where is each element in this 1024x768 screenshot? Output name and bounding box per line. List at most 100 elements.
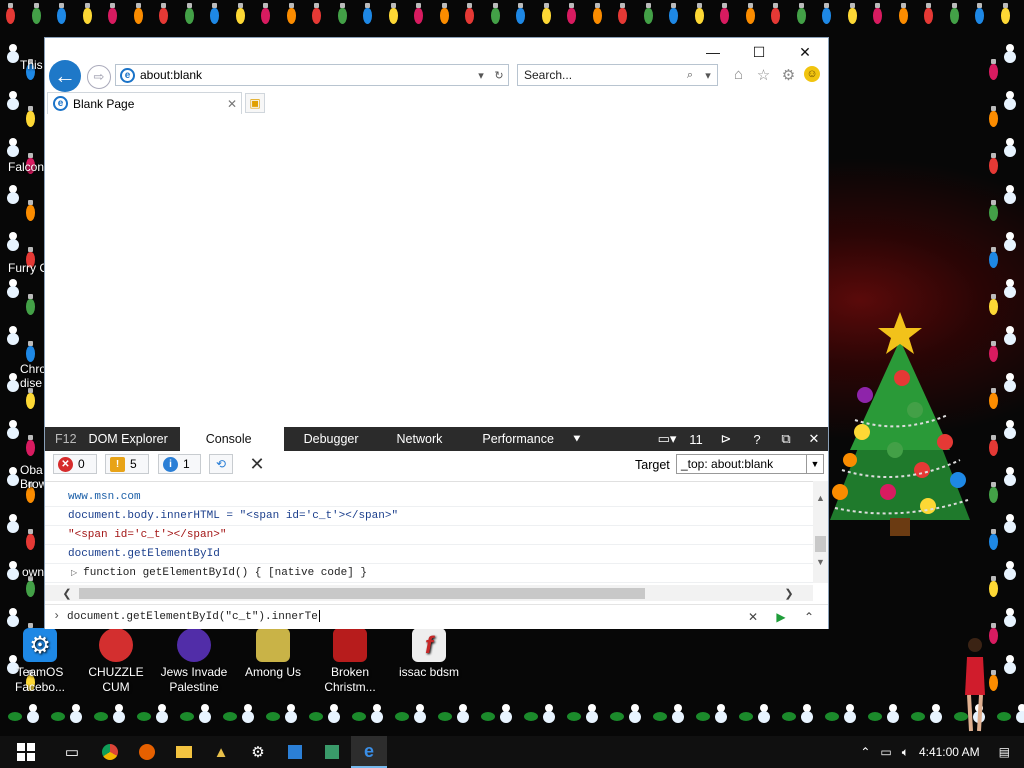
horizontal-scrollbar[interactable]: ❮ ❯	[45, 585, 813, 601]
close-icon[interactable]: ✕	[800, 427, 828, 451]
console-toggle-icon[interactable]: ⊳	[710, 427, 742, 451]
app-taskbar-button[interactable]	[314, 736, 350, 768]
scrollbar-thumb[interactable]	[79, 588, 645, 599]
chevron-up-icon[interactable]: ⌃	[860, 745, 870, 759]
scroll-up-icon[interactable]: ▲	[813, 491, 828, 505]
holly-leaf	[739, 712, 753, 721]
tab-blank-page[interactable]: e Blank Page ✕	[47, 92, 242, 114]
desktop-icon-label[interactable]: own	[22, 565, 44, 579]
chevron-down-icon[interactable]: ▾	[472, 69, 490, 82]
light-bulb	[898, 3, 908, 24]
desktop-icon-among-us[interactable]: Among Us	[235, 628, 311, 680]
light-bulb	[108, 3, 117, 24]
vertical-scrollbar[interactable]: ▲ ▼	[813, 481, 828, 583]
notification-icon[interactable]: ▤	[999, 745, 1010, 759]
firefox-taskbar-button[interactable]	[129, 736, 165, 768]
app-taskbar-button[interactable]: ▲	[203, 736, 239, 768]
desktop-icon-label[interactable]: Chro dise	[20, 362, 46, 390]
console-line[interactable]: www.msn.com	[45, 488, 813, 507]
tab-dom-explorer[interactable]: DOM Explorer	[87, 427, 180, 451]
home-icon[interactable]: ⌂	[729, 65, 748, 84]
clock[interactable]: 4:41:00 AM	[919, 745, 980, 759]
holly-leaf	[696, 712, 710, 721]
run-icon[interactable]: ▶	[774, 608, 788, 626]
app-taskbar-button[interactable]	[277, 736, 313, 768]
settings-taskbar-button[interactable]: ⚙	[240, 736, 276, 768]
expand-triangle-icon[interactable]: ▷	[71, 569, 77, 578]
maximize-button[interactable]: ☐	[736, 38, 782, 66]
volume-icon[interactable]: 🔈︎	[902, 745, 909, 760]
light-bulb	[989, 294, 998, 315]
snowman-icon	[6, 326, 20, 348]
network-icon[interactable]: ▭	[880, 745, 891, 759]
desktop-icon-chuzzle[interactable]: CHUZZLE CUM	[78, 628, 154, 695]
address-text[interactable]: about:blank	[140, 68, 472, 82]
forward-button[interactable]: ⇨	[87, 65, 111, 89]
desktop-icon-flash[interactable]: f issac bdsm	[391, 628, 467, 680]
error-filter-button[interactable]: ✕ 0	[53, 454, 97, 474]
snowman-icon	[1003, 138, 1017, 160]
game-icon	[177, 628, 211, 662]
tab-console[interactable]: Console	[179, 427, 284, 451]
close-icon[interactable]: ✕	[223, 97, 241, 111]
search-box[interactable]: Search... ⌕ ▾	[517, 64, 718, 86]
light-bulb	[6, 3, 15, 24]
light-bulb	[439, 3, 449, 24]
new-tab-button[interactable]: ▣	[245, 93, 265, 113]
close-button[interactable]: ✕	[782, 38, 828, 66]
scroll-left-icon[interactable]: ❮	[57, 585, 77, 601]
scroll-down-icon[interactable]: ▼	[813, 555, 828, 569]
snowman-icon	[714, 704, 728, 726]
light-bulb	[592, 3, 602, 24]
clear-input-icon[interactable]: ✕	[746, 608, 760, 626]
help-icon[interactable]: ?	[742, 427, 772, 451]
console-line-expandable[interactable]: ▷ function getElementById() { [native cod…	[45, 564, 813, 583]
search-icon[interactable]: ⌕	[681, 69, 699, 82]
snowman-icon	[1003, 232, 1017, 254]
clear-console-button[interactable]: ✕	[247, 454, 267, 474]
star-icon[interactable]: ☆	[754, 65, 773, 84]
back-button[interactable]: ←	[49, 60, 81, 92]
scroll-right-icon[interactable]: ❯	[779, 585, 799, 601]
refresh-icon[interactable]: ↻	[490, 69, 508, 82]
task-view-button[interactable]: ▭	[54, 736, 90, 768]
target-select[interactable]: _top: about:blank ▼	[676, 454, 824, 474]
minimize-button[interactable]: —	[690, 38, 736, 66]
smiley-feedback-icon[interactable]: ☺	[804, 66, 820, 82]
clear-on-navigate-button[interactable]: ⟲	[209, 454, 233, 474]
desktop-icon-label[interactable]: Furry C	[8, 261, 48, 275]
desktop-icon-teamos[interactable]: ⚙ TeamOS Facebo...	[2, 628, 78, 695]
desktop-icon-game[interactable]: Jews Invade Palestine	[156, 628, 232, 695]
tab-debugger[interactable]: Debugger	[284, 427, 397, 451]
snowman-icon	[413, 704, 427, 726]
tab-network[interactable]: Network	[397, 427, 483, 451]
gear-icon[interactable]: ⚙	[779, 65, 798, 84]
light-bulb	[924, 3, 933, 24]
ie-taskbar-button[interactable]: e	[351, 736, 387, 768]
file-explorer-button[interactable]	[166, 736, 202, 768]
console-input[interactable]: document.getElementById("c_t").innerTe	[67, 610, 320, 623]
warning-filter-button[interactable]: ! 5	[105, 454, 149, 474]
tab-performance[interactable]: Performance	[482, 427, 572, 451]
christmas-lights-top	[0, 0, 1024, 34]
address-bar[interactable]: e about:blank ▾ ↻	[115, 64, 509, 86]
desktop-icon-label[interactable]: This	[20, 58, 43, 72]
scrollbar-thumb[interactable]	[815, 536, 826, 552]
console-line: document.getElementById	[45, 545, 813, 564]
monitor-icon[interactable]: ▭▾	[652, 427, 682, 451]
devtools-tab-bar: F12 DOM Explorer Console Debugger Networ…	[45, 427, 828, 451]
desktop-icon-label[interactable]: Oba Brow	[20, 463, 47, 491]
start-button[interactable]	[8, 736, 44, 768]
desktop-icon-label[interactable]: Falcon	[8, 160, 44, 174]
chevron-down-icon[interactable]: ▾	[699, 69, 717, 82]
expand-multiline-icon[interactable]: ⌃	[802, 608, 816, 626]
search-input[interactable]: Search...	[524, 68, 681, 82]
document-mode[interactable]: 11	[682, 427, 710, 451]
info-filter-button[interactable]: i 1	[158, 454, 201, 474]
desktop-icon-broken-christmas[interactable]: Broken Christm...	[312, 628, 388, 695]
light-bulb	[235, 3, 245, 24]
more-tabs-icon[interactable]: ⯆	[572, 427, 582, 451]
chrome-taskbar-button[interactable]	[92, 736, 128, 768]
holly-leaf	[481, 712, 495, 721]
undock-icon[interactable]: ⧉	[772, 427, 800, 451]
